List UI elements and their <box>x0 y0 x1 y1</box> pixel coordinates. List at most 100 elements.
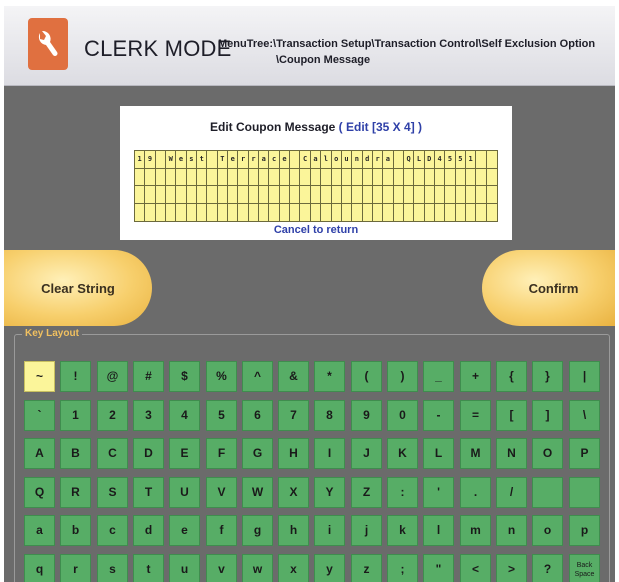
keyboard-key[interactable]: j <box>351 515 382 546</box>
grid-cell[interactable] <box>383 203 394 221</box>
grid-cell[interactable] <box>321 203 332 221</box>
grid-cell[interactable] <box>300 186 311 204</box>
grid-cell[interactable] <box>145 186 156 204</box>
grid-cell[interactable] <box>373 203 384 221</box>
keyboard-key[interactable]: " <box>423 554 454 582</box>
grid-cell[interactable]: t <box>197 151 208 169</box>
grid-cell[interactable]: W <box>166 151 177 169</box>
grid-cell[interactable] <box>414 168 425 186</box>
keyboard-key[interactable]: / <box>496 477 527 508</box>
keyboard-key[interactable] <box>569 477 600 508</box>
keyboard-key[interactable]: i <box>314 515 345 546</box>
grid-cell[interactable]: r <box>248 151 260 169</box>
grid-cell[interactable] <box>341 168 353 186</box>
grid-cell[interactable] <box>476 151 487 169</box>
grid-cell[interactable] <box>269 186 280 204</box>
keyboard-key[interactable]: X <box>278 477 309 508</box>
keyboard-key[interactable]: + <box>460 361 491 392</box>
grid-cell[interactable] <box>228 186 239 204</box>
keyboard-key[interactable]: m <box>460 515 491 546</box>
grid-cell[interactable]: c <box>269 151 280 169</box>
keyboard-key[interactable]: b <box>60 515 91 546</box>
grid-cell[interactable] <box>155 151 167 169</box>
keyboard-key[interactable]: t <box>133 554 164 582</box>
grid-cell[interactable] <box>434 186 446 204</box>
keyboard-key[interactable]: 4 <box>169 400 200 431</box>
grid-cell[interactable] <box>372 186 384 204</box>
keyboard-key[interactable]: - <box>423 400 454 431</box>
grid-cell[interactable] <box>435 203 446 221</box>
keyboard-key[interactable]: e <box>169 515 200 546</box>
grid-cell[interactable]: T <box>217 151 229 169</box>
grid-cell[interactable] <box>394 203 404 221</box>
grid-cell[interactable]: D <box>424 151 435 169</box>
grid-cell[interactable] <box>331 168 342 186</box>
keyboard-key[interactable]: z <box>351 554 382 582</box>
grid-cell[interactable] <box>238 186 249 204</box>
grid-cell[interactable] <box>238 168 249 186</box>
keyboard-key[interactable]: I <box>314 438 345 469</box>
keyboard-key[interactable]: ] <box>532 400 563 431</box>
grid-cell[interactable]: e <box>176 151 187 169</box>
grid-cell[interactable] <box>187 203 198 221</box>
grid-cell[interactable]: 9 <box>145 151 156 169</box>
grid-cell[interactable] <box>476 168 487 186</box>
keyboard-key[interactable]: W <box>242 477 273 508</box>
grid-cell[interactable] <box>363 203 373 221</box>
keyboard-key[interactable]: Z <box>351 477 382 508</box>
keyboard-key[interactable]: 8 <box>314 400 345 431</box>
keyboard-key[interactable]: [ <box>496 400 527 431</box>
grid-cell[interactable]: 4 <box>434 151 446 169</box>
grid-cell[interactable] <box>186 168 198 186</box>
backspace-key[interactable]: Back Space <box>569 554 600 582</box>
keyboard-key[interactable]: & <box>278 361 309 392</box>
keyboard-key[interactable]: n <box>496 515 527 546</box>
cancel-link[interactable]: Cancel to return <box>120 224 512 236</box>
grid-cell[interactable] <box>403 186 415 204</box>
grid-cell[interactable] <box>300 203 311 221</box>
grid-cell[interactable]: e <box>228 151 239 169</box>
grid-cell[interactable] <box>269 168 280 186</box>
keyboard-key[interactable]: { <box>496 361 527 392</box>
grid-cell[interactable] <box>290 168 301 186</box>
grid-cell[interactable]: a <box>259 151 270 169</box>
keyboard-key[interactable]: K <box>387 438 418 469</box>
keyboard-key[interactable]: P <box>569 438 600 469</box>
keyboard-key[interactable]: . <box>460 477 491 508</box>
grid-cell[interactable]: e <box>279 151 291 169</box>
keyboard-key[interactable]: _ <box>423 361 454 392</box>
keyboard-key[interactable]: ` <box>24 400 55 431</box>
keyboard-key[interactable]: h <box>278 515 309 546</box>
keyboard-key[interactable]: J <box>351 438 382 469</box>
grid-cell[interactable] <box>166 203 177 221</box>
keyboard-key[interactable]: ( <box>351 361 382 392</box>
grid-cell[interactable] <box>207 186 218 204</box>
grid-cell[interactable] <box>362 186 373 204</box>
grid-cell[interactable] <box>393 151 404 169</box>
keyboard-key[interactable]: # <box>133 361 164 392</box>
grid-cell[interactable] <box>197 203 208 221</box>
grid-cell[interactable] <box>445 203 456 221</box>
grid-cell[interactable] <box>269 203 280 221</box>
grid-cell[interactable] <box>238 203 249 221</box>
grid-cell[interactable]: a <box>383 151 394 169</box>
keyboard-key[interactable]: 3 <box>133 400 164 431</box>
keyboard-key[interactable]: B <box>60 438 91 469</box>
keyboard-key[interactable]: D <box>133 438 164 469</box>
grid-cell[interactable] <box>352 203 363 221</box>
grid-cell[interactable] <box>135 168 146 186</box>
grid-cell[interactable]: 5 <box>445 151 456 169</box>
keyboard-key[interactable]: ^ <box>242 361 273 392</box>
keyboard-key[interactable]: $ <box>169 361 200 392</box>
grid-cell[interactable] <box>259 186 270 204</box>
keyboard-key[interactable]: G <box>242 438 273 469</box>
grid-cell[interactable] <box>455 168 466 186</box>
grid-cell[interactable] <box>321 186 332 204</box>
grid-cell[interactable] <box>176 203 187 221</box>
grid-cell[interactable] <box>465 168 477 186</box>
grid-cell[interactable] <box>372 168 384 186</box>
grid-cell[interactable] <box>259 203 270 221</box>
grid-cell[interactable] <box>279 168 291 186</box>
keyboard-key[interactable]: ? <box>532 554 563 582</box>
message-grid[interactable]: 19WestTerraceCaloundraQLD4551 <box>134 150 498 222</box>
